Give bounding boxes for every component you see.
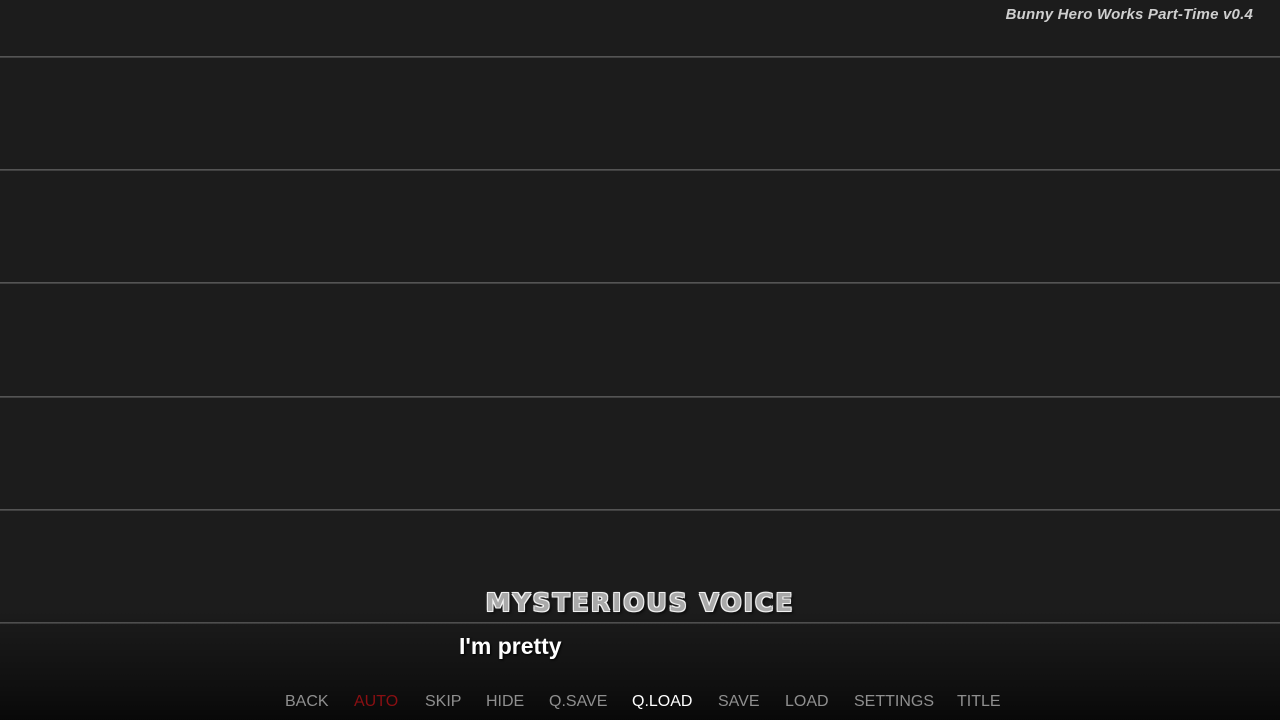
quick-menu: BACK AUTO SKIP HIDE Q.SAVE Q.LOAD SAVE L…: [0, 690, 1280, 714]
scene-background-stripe: [0, 396, 1280, 398]
title-button[interactable]: TITLE: [957, 690, 1001, 714]
skip-button[interactable]: SKIP: [425, 690, 461, 714]
back-button[interactable]: BACK: [285, 690, 329, 714]
scene-background-stripe: [0, 282, 1280, 284]
game-screen[interactable]: Bunny Hero Works Part-Time v0.4 MYSTERIO…: [0, 0, 1280, 720]
auto-button[interactable]: AUTO: [354, 690, 398, 714]
speaker-name: MYSTERIOUS VOICE: [485, 588, 795, 617]
scene-background-stripe: [0, 169, 1280, 171]
quick-save-button[interactable]: Q.SAVE: [549, 690, 607, 714]
save-button[interactable]: SAVE: [718, 690, 760, 714]
scene-background-stripe: [0, 56, 1280, 58]
hide-button[interactable]: HIDE: [486, 690, 524, 714]
load-button[interactable]: LOAD: [785, 690, 829, 714]
settings-button[interactable]: SETTINGS: [854, 690, 934, 714]
quick-load-button[interactable]: Q.LOAD: [632, 690, 692, 714]
scene-background-stripe: [0, 509, 1280, 511]
game-version-title: Bunny Hero Works Part-Time v0.4: [1005, 6, 1253, 23]
dialogue-text[interactable]: I'm pretty: [459, 633, 562, 660]
